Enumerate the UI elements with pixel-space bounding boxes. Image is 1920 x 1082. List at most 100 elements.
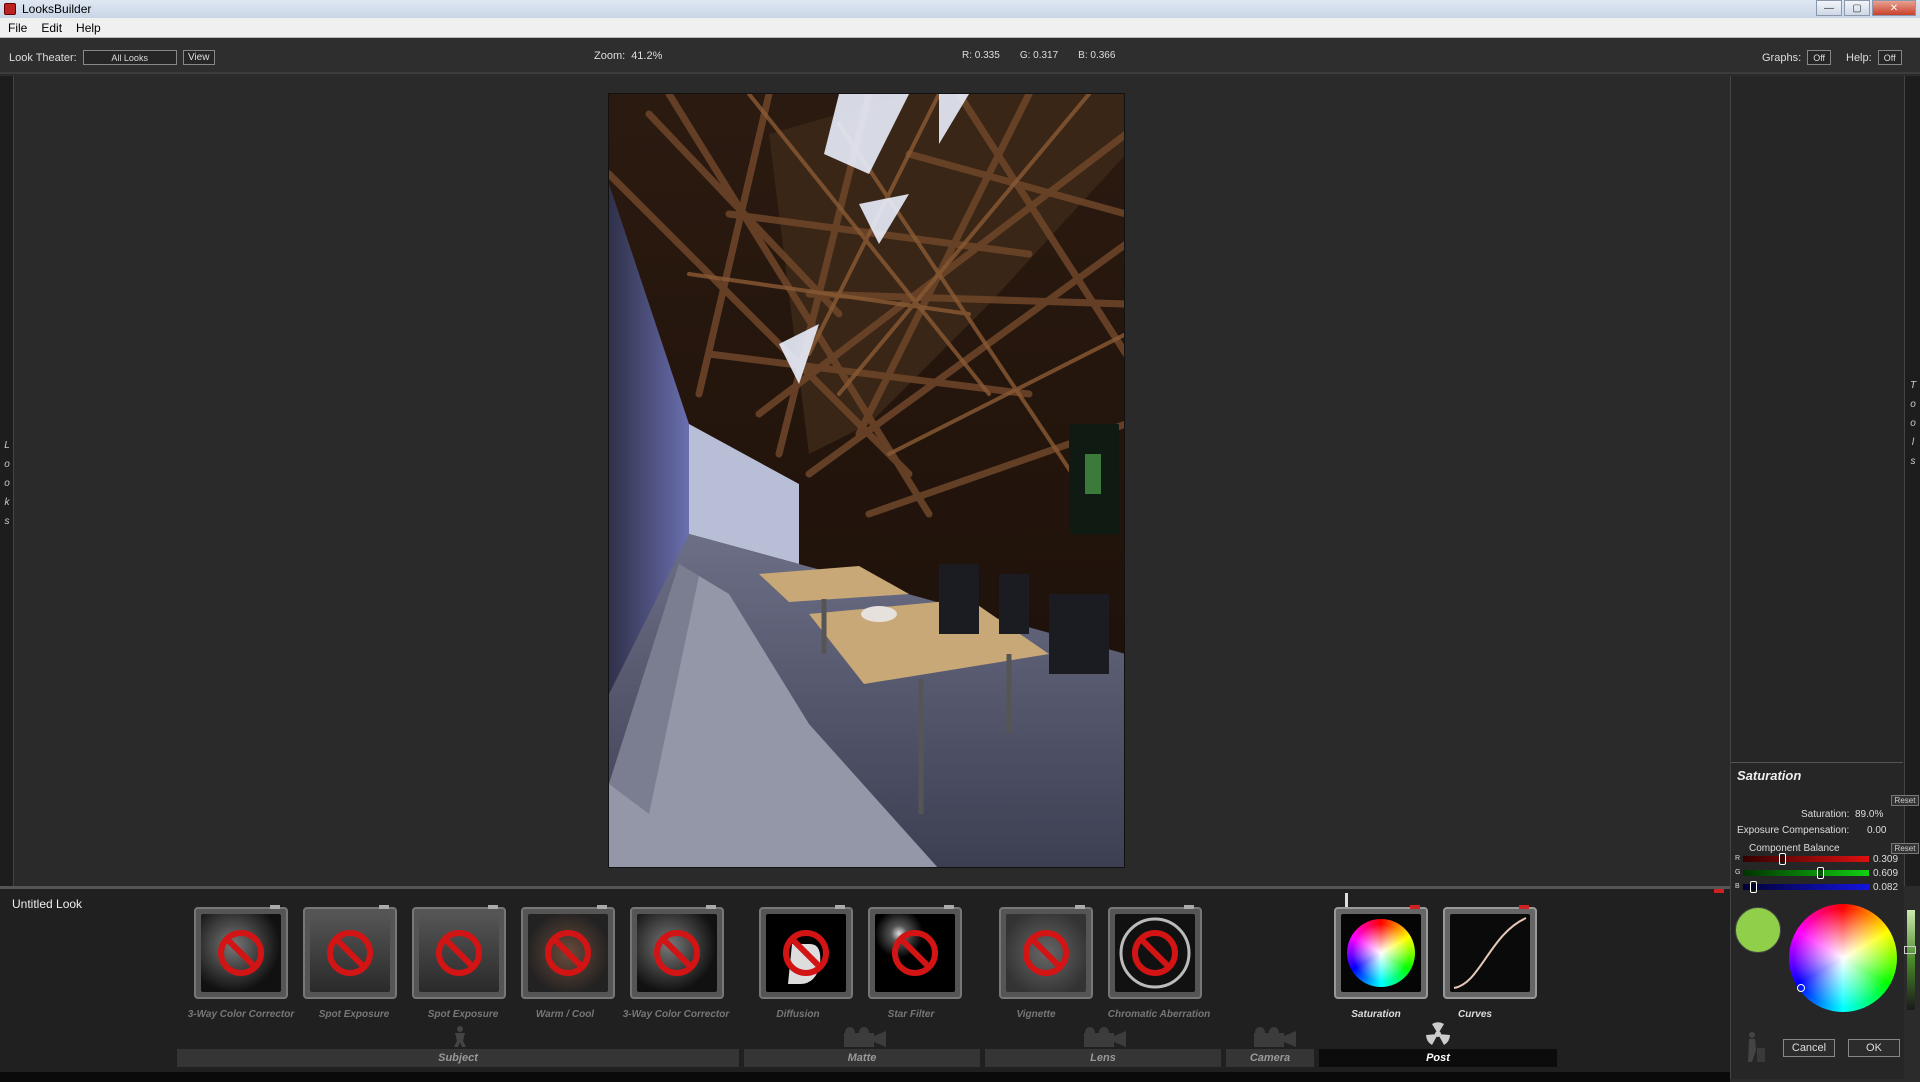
tools-sidebar-label: T o o l s (1909, 380, 1917, 467)
tool-label-spot-exposure-1: Spot Exposure (318, 1009, 390, 1020)
tool-3way-color-corrector-2[interactable] (630, 905, 724, 999)
look-theater-label: Look Theater: (9, 51, 77, 64)
minimize-button[interactable]: — (1816, 0, 1842, 16)
tool-properties-panel: Saturation Reset Saturation: 89.0% Expos… (1730, 76, 1919, 1079)
disabled-icon (327, 930, 373, 976)
window-controls: — ▢ ✕ (1816, 0, 1916, 16)
menu-bar: File Edit Help (0, 18, 1920, 38)
close-button[interactable]: ✕ (1872, 0, 1916, 16)
matte-camera-icon (836, 1027, 886, 1047)
disabled-icon (545, 930, 591, 976)
g-slider[interactable] (1743, 867, 1869, 879)
panel-title: Saturation (1737, 768, 1802, 783)
disabled-icon (218, 930, 264, 976)
cancel-button[interactable]: Cancel (1783, 1039, 1835, 1057)
tool-curves[interactable] (1443, 905, 1537, 999)
view-button[interactable]: View (182, 50, 215, 65)
disabled-icon (436, 930, 482, 976)
tool-label-3way-2: 3-Way Color Corrector (622, 1009, 730, 1020)
tool-label-3way-1: 3-Way Color Corrector (187, 1009, 295, 1020)
help-toggle[interactable]: Off (1877, 50, 1902, 65)
lens-camera-icon (1076, 1027, 1126, 1047)
zoom-group: Zoom: 41.2% (594, 50, 662, 62)
look-title: Untitled Look (12, 897, 83, 911)
tool-saturation[interactable] (1334, 905, 1428, 999)
balance-reset-button[interactable]: Reset (1891, 843, 1919, 854)
looks-sidebar[interactable]: L o o k s (0, 76, 14, 886)
tool-chromatic-aberration[interactable] (1108, 905, 1202, 999)
help-group: Help: Off (1846, 50, 1902, 65)
help-label: Help: (1846, 51, 1872, 64)
g-slider-knob[interactable] (1816, 867, 1824, 879)
disabled-icon (1023, 930, 1069, 976)
g-slider-label: G (1735, 869, 1741, 876)
tool-3way-color-corrector-1[interactable] (194, 905, 288, 999)
tool-spot-exposure-2[interactable] (412, 905, 506, 999)
app-icon (4, 3, 16, 15)
look-tools-strip: Untitled Look 3-Way Color Corrector Spot… (0, 886, 1730, 1082)
tool-spot-exposure-1[interactable] (303, 905, 397, 999)
luminance-slider-knob[interactable] (1904, 946, 1916, 954)
category-lens[interactable]: Lens (985, 1049, 1221, 1067)
tool-star-filter[interactable] (868, 905, 962, 999)
tools-sidebar[interactable]: T o o l s (1904, 76, 1920, 886)
r-slider[interactable] (1743, 853, 1869, 865)
g-readout: G: 0.317 (1019, 50, 1059, 61)
r-readout: R: 0.335 (962, 50, 1000, 61)
looks-sidebar-label: L o o k s (4, 440, 10, 527)
graphs-group: Graphs: Off (1762, 50, 1832, 65)
look-theater-dropdown[interactable]: All Looks (82, 50, 177, 65)
b-slider-knob[interactable] (1750, 881, 1758, 893)
zoom-label: Zoom: (594, 50, 626, 62)
luminance-slider[interactable] (1904, 910, 1916, 1010)
g-value: 0.609 (1873, 868, 1899, 879)
panel-reset-button[interactable]: Reset (1891, 795, 1919, 806)
look-theater-group: Look Theater: All Looks View (9, 50, 215, 65)
category-subject[interactable]: Subject (177, 1049, 739, 1067)
tool-warm-cool[interactable] (521, 905, 615, 999)
tool-diffusion[interactable] (759, 905, 853, 999)
color-wheel-icon (1347, 919, 1415, 987)
tool-label-chromatic-aberration: Chromatic Aberration (1107, 1009, 1211, 1020)
saturation-label: Saturation: (1801, 809, 1850, 820)
zoom-value: 41.2% (631, 50, 663, 62)
disabled-icon (1119, 917, 1191, 989)
graphs-toggle[interactable]: Off (1807, 50, 1832, 65)
tool-vignette[interactable] (999, 905, 1093, 999)
trash-icon[interactable] (1743, 1030, 1767, 1064)
subject-icon (451, 1025, 469, 1047)
disabled-icon (892, 930, 938, 976)
title-bar: LooksBuilder — ▢ ✕ (0, 0, 1920, 18)
camera-icon (1246, 1027, 1296, 1047)
toolbar: Look Theater: All Looks View Zoom: 41.2%… (0, 38, 1920, 74)
category-camera[interactable]: Camera (1226, 1049, 1314, 1067)
preview-image[interactable] (608, 93, 1125, 868)
strip-marker (1714, 889, 1724, 893)
tool-label-star-filter: Star Filter (887, 1009, 935, 1020)
exposure-value[interactable]: 0.00 (1867, 825, 1886, 836)
b-value: 0.082 (1873, 882, 1899, 893)
disabled-icon (783, 930, 829, 984)
category-matte[interactable]: Matte (744, 1049, 980, 1067)
menu-help[interactable]: Help (76, 21, 101, 35)
window-title: LooksBuilder (22, 2, 92, 16)
menu-file[interactable]: File (8, 21, 27, 35)
ok-button[interactable]: OK (1848, 1039, 1900, 1057)
maximize-button[interactable]: ▢ (1844, 0, 1870, 16)
color-wheel-marker[interactable] (1797, 984, 1805, 992)
b-slider-label: B (1735, 883, 1740, 890)
color-wheel[interactable] (1789, 904, 1897, 1012)
rgb-readout: R: 0.335 G: 0.317 B: 0.366 (962, 50, 1115, 61)
b-readout: B: 0.366 (1078, 50, 1116, 61)
category-post[interactable]: Post (1319, 1049, 1557, 1067)
b-slider[interactable] (1743, 881, 1869, 893)
r-slider-knob[interactable] (1778, 853, 1786, 865)
menu-edit[interactable]: Edit (41, 21, 62, 35)
tool-label-vignette: Vignette (1016, 1009, 1056, 1020)
tool-label-diffusion: Diffusion (776, 1009, 820, 1020)
r-slider-label: R (1735, 855, 1741, 862)
saturation-value[interactable]: 89.0% (1855, 809, 1883, 820)
component-balance-label: Component Balance (1749, 843, 1840, 854)
timeline-bar (0, 1072, 1730, 1082)
disabled-icon (654, 930, 700, 976)
